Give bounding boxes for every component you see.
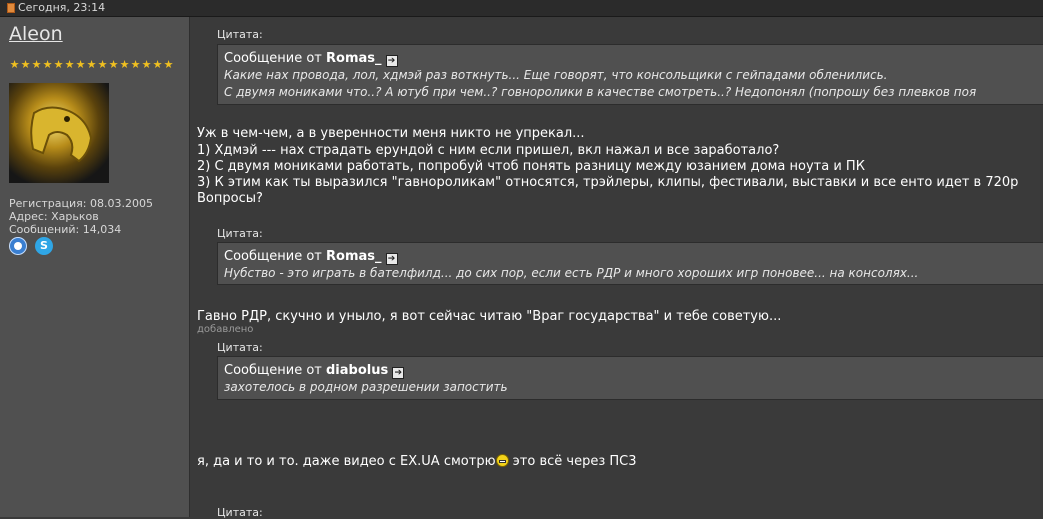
contact-icons: S	[9, 237, 61, 255]
quote-author: diabolus	[326, 363, 389, 378]
rating-star-icon: ★	[119, 58, 130, 71]
rating-star-icon: ★	[20, 58, 31, 71]
quote-author: Romas_	[326, 51, 382, 66]
quote-label: Цитата:	[217, 28, 263, 41]
rating-star-icon: ★	[152, 58, 163, 71]
post-date: Сегодня, 23:14	[18, 1, 106, 14]
quote-header: Сообщение от Romas_ ➔	[224, 248, 1037, 265]
skype-icon[interactable]: S	[35, 237, 53, 255]
post-text-part: это всё через ПС3	[512, 454, 637, 469]
username-link[interactable]: Aleon	[9, 23, 63, 45]
post-text-line: 3) К этим как ты выразился "гавнороликам…	[197, 175, 1019, 190]
quote-author: Romas_	[326, 249, 382, 264]
post-text-line: я, да и то и то. даже видео с EX.UA смот…	[197, 453, 637, 470]
user-info-panel: Aleon ★★★★★★★★★★★★★★★ Регистрация: 08.03…	[0, 17, 190, 517]
post-header-bar: Сегодня, 23:14	[0, 0, 1043, 17]
quote-box: Сообщение от Romas_ ➔ Нубство - это играт…	[217, 242, 1043, 285]
quote-prefix: Сообщение от	[224, 363, 322, 378]
rating-star-icon: ★	[130, 58, 141, 71]
rating-star-icon: ★	[9, 58, 20, 71]
rating-star-icon: ★	[86, 58, 97, 71]
quote-box: Сообщение от diabolus ➔ захотелось в родн…	[217, 356, 1043, 400]
quote-text-line: Нубство - это играть в бателфилд... до с…	[224, 266, 919, 280]
quote-label: Цитата:	[217, 506, 263, 519]
rating-star-icon: ★	[42, 58, 53, 71]
post-text-line: Вопросы?	[197, 191, 263, 206]
post-content: Цитата: Сообщение от Romas_ ➔ Какие нах п…	[191, 17, 1043, 519]
quote-label: Цитата:	[217, 227, 263, 240]
quote-text-line: Какие нах провода, лол, хдмэй раз воткну…	[224, 68, 888, 82]
added-label: добавлено	[197, 324, 254, 335]
quote-text-line: С двумя мониками что..? А ютуб при чем..…	[224, 85, 977, 99]
rating-star-icon: ★	[31, 58, 42, 71]
user-rating-stars: ★★★★★★★★★★★★★★★	[9, 57, 174, 71]
rating-star-icon: ★	[108, 58, 119, 71]
registration-date: Регистрация: 08.03.2005	[9, 197, 153, 210]
quote-header: Сообщение от diabolus ➔	[224, 362, 1037, 379]
go-to-post-icon[interactable]: ➔	[385, 253, 398, 265]
quote-prefix: Сообщение от	[224, 51, 322, 66]
post-text-line: 2) С двумя мониками работать, попробуй ч…	[197, 159, 865, 174]
go-to-post-icon[interactable]: ➔	[385, 55, 398, 67]
post-text-line: Гавно РДР, скучно и уныло, я вот сейчас …	[197, 309, 782, 324]
rating-star-icon: ★	[141, 58, 152, 71]
rating-star-icon: ★	[53, 58, 64, 71]
post-count: Сообщений: 14,034	[9, 223, 122, 236]
post-text-line: 1) Хдмэй --- нах страдать ерундой с ним …	[197, 143, 780, 158]
rating-star-icon: ★	[75, 58, 86, 71]
post-icon	[7, 3, 15, 13]
post-text-line: Уж в чем-чем, а в уверенности меня никто…	[197, 126, 585, 141]
rating-star-icon: ★	[163, 58, 174, 71]
icq-icon[interactable]	[9, 237, 27, 255]
rating-star-icon: ★	[64, 58, 75, 71]
quote-box: Сообщение от Romas_ ➔ Какие нах провода, …	[217, 44, 1043, 105]
avatar	[9, 83, 109, 183]
go-to-post-icon[interactable]: ➔	[392, 367, 405, 379]
quote-label: Цитата:	[217, 341, 263, 354]
quote-prefix: Сообщение от	[224, 249, 322, 264]
rating-star-icon: ★	[97, 58, 108, 71]
quote-header: Сообщение от Romas_ ➔	[224, 50, 1037, 67]
laughing-smiley-icon	[495, 454, 509, 467]
quote-text-line: захотелось в родном разрешении запостить	[224, 380, 508, 394]
post-text-part: я, да и то и то. даже видео с EX.UA смот…	[197, 454, 496, 469]
user-address: Адрес: Харьков	[9, 210, 99, 223]
